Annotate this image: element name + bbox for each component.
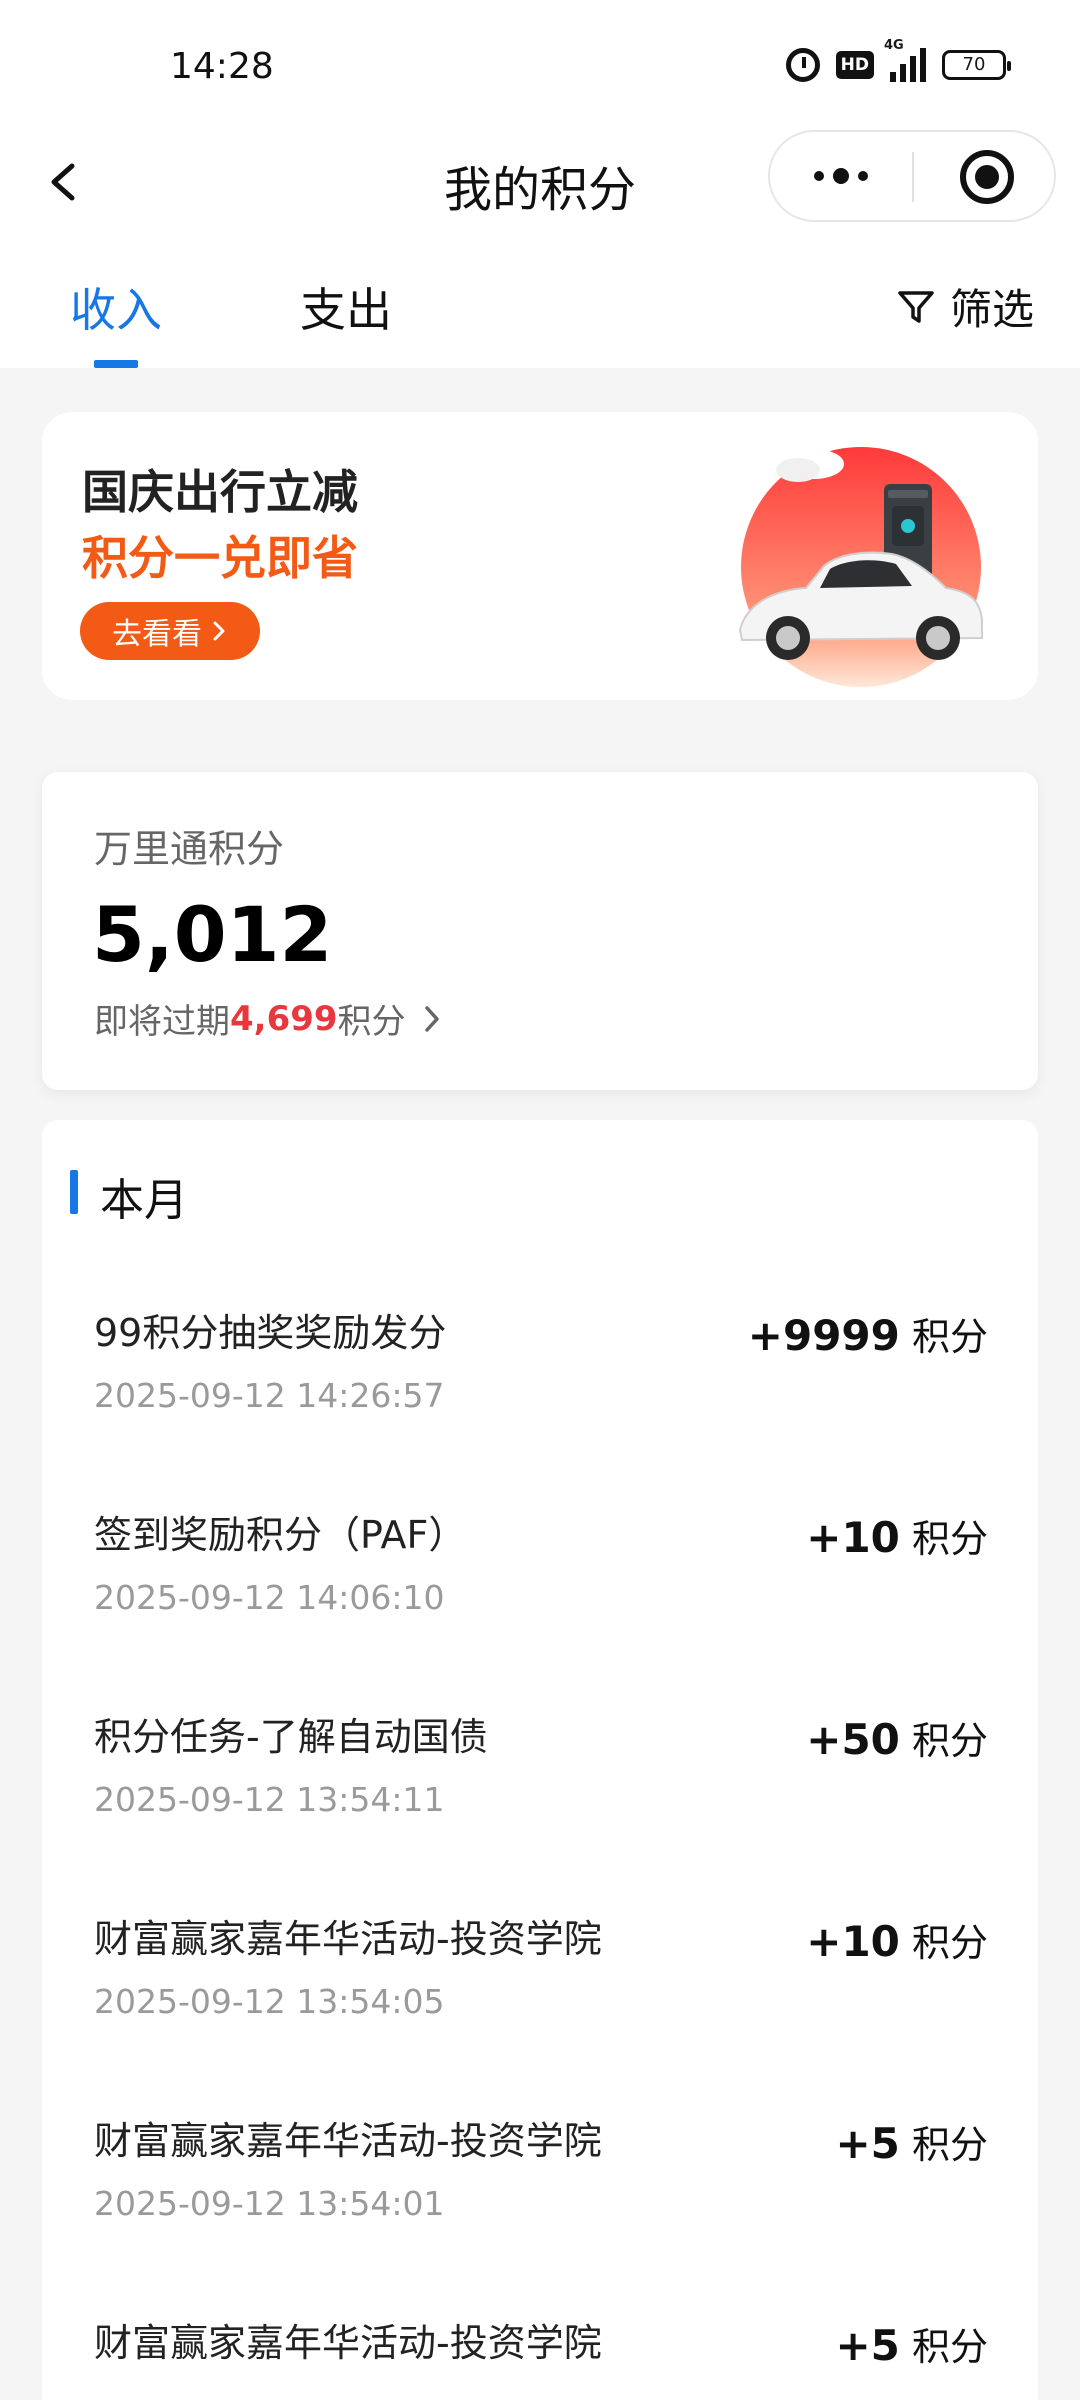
filter-label: 筛选 (949, 285, 1034, 334)
record-amount: +10 积分 (806, 1912, 988, 1967)
expire-amount: 4,699 (230, 998, 338, 1039)
filter-button[interactable]: 筛选 (896, 276, 1034, 337)
banner-view-button[interactable]: 去看看 (80, 602, 260, 660)
record-amount: +50 积分 (806, 1710, 988, 1765)
banner-title: 国庆出行立减 (82, 465, 358, 519)
points-balance: 5,012 (92, 890, 333, 979)
filter-icon (898, 290, 934, 323)
record-unit: 积分 (911, 1517, 988, 1561)
record-title: 财富赢家嘉年华活动-投资学院 (94, 2321, 602, 2365)
battery-icon: 70 (942, 50, 1011, 80)
close-miniprogram-button[interactable] (960, 150, 1014, 204)
record-amount: +5 积分 (835, 2316, 988, 2371)
tab-expense[interactable]: 支出 (300, 274, 392, 340)
alarm-icon (785, 48, 820, 82)
record-title: 财富赢家嘉年华活动-投资学院 (94, 2119, 602, 2163)
record-unit: 积分 (911, 1921, 988, 1965)
chevron-right-icon (213, 621, 225, 641)
record-amount: +5 积分 (835, 2114, 988, 2169)
record-unit: 积分 (911, 1719, 988, 1763)
month-title: 本月 (100, 1175, 188, 1226)
hd-icon: HD (835, 51, 874, 79)
record-unit: 积分 (911, 2123, 988, 2167)
nav-bar: 我的积分 (0, 130, 1080, 240)
expire-prefix: 即将过期 (94, 1002, 230, 1042)
tab-bar: 收入 支出 筛选 (0, 240, 1080, 368)
record-amount-value: +10 (806, 1917, 900, 1966)
network-type: 4G (884, 38, 904, 53)
more-button[interactable] (770, 132, 912, 220)
record-time: 2025-09-12 13:54:11 (94, 1780, 445, 1819)
record-time: 2025-09-12 14:06:10 (94, 1578, 445, 1617)
expire-suffix: 积分 (337, 1002, 406, 1042)
record-title: 财富赢家嘉年华活动-投资学院 (94, 1917, 602, 1961)
promo-banner[interactable]: 国庆出行立减 积分一兑即省 去看看 (42, 412, 1038, 700)
status-bar: 14:28 HD 4G 70 (0, 0, 1080, 130)
record-title: 签到奖励积分（PAF） (94, 1513, 467, 1557)
record-time: 2025-09-12 13:54:01 (94, 2184, 445, 2223)
record-unit: 积分 (911, 2325, 988, 2369)
record-unit: 积分 (911, 1315, 988, 1359)
record-amount: +10 积分 (806, 1508, 988, 1563)
record-amount-value: +10 (806, 1513, 900, 1562)
status-icons: HD 4G 70 (785, 38, 1011, 82)
record-amount-value: +5 (835, 2321, 900, 2370)
banner-subtitle: 积分一兑即省 (82, 531, 358, 585)
record-amount-value: +5 (835, 2119, 900, 2168)
record-amount: +9999 积分 (748, 1306, 988, 1361)
record-item[interactable]: 签到奖励积分（PAF） 2025-09-12 14:06:10 +10 积分 (42, 1504, 1038, 1706)
signal-icon: 4G (884, 38, 926, 82)
record-item[interactable]: 财富赢家嘉年华活动-投资学院 +5 积分 (42, 2312, 1038, 2400)
miniprogram-capsule (768, 130, 1056, 222)
chevron-right-icon (424, 1005, 439, 1032)
points-card: 万里通积分 5,012 即将过期 4,699 积分 (42, 772, 1038, 1090)
record-title: 积分任务-了解自动国债 (94, 1715, 488, 1759)
month-marker (70, 1170, 78, 1214)
record-amount-value: +9999 (747, 1311, 900, 1360)
car-charging-illustration (738, 447, 983, 687)
record-item[interactable]: 财富赢家嘉年华活动-投资学院 2025-09-12 13:54:05 +10 积… (42, 1908, 1038, 2110)
record-time: 2025-09-12 14:26:57 (94, 1376, 445, 1415)
record-time: 2025-09-12 13:54:05 (94, 1982, 445, 2021)
record-item[interactable]: 99积分抽奖奖励发分 2025-09-12 14:26:57 +9999 积分 (42, 1302, 1038, 1504)
record-amount-value: +50 (806, 1715, 900, 1764)
points-label: 万里通积分 (94, 827, 285, 871)
record-item[interactable]: 积分任务-了解自动国债 2025-09-12 13:54:11 +50 积分 (42, 1706, 1038, 1908)
active-tab-indicator (94, 360, 138, 368)
status-time: 14:28 (170, 46, 274, 87)
record-title: 99积分抽奖奖励发分 (94, 1311, 447, 1355)
record-item[interactable]: 财富赢家嘉年华活动-投资学院 2025-09-12 13:54:01 +5 积分 (42, 2110, 1038, 2312)
capsule-divider (912, 152, 914, 202)
more-icon (814, 171, 824, 181)
expiring-points-link[interactable]: 即将过期 4,699 积分 (94, 994, 442, 1043)
tab-income[interactable]: 收入 (70, 274, 162, 340)
banner-button-label: 去看看 (112, 617, 202, 652)
points-records: 本月 99积分抽奖奖励发分 2025-09-12 14:26:57 +9999 … (42, 1120, 1038, 2400)
